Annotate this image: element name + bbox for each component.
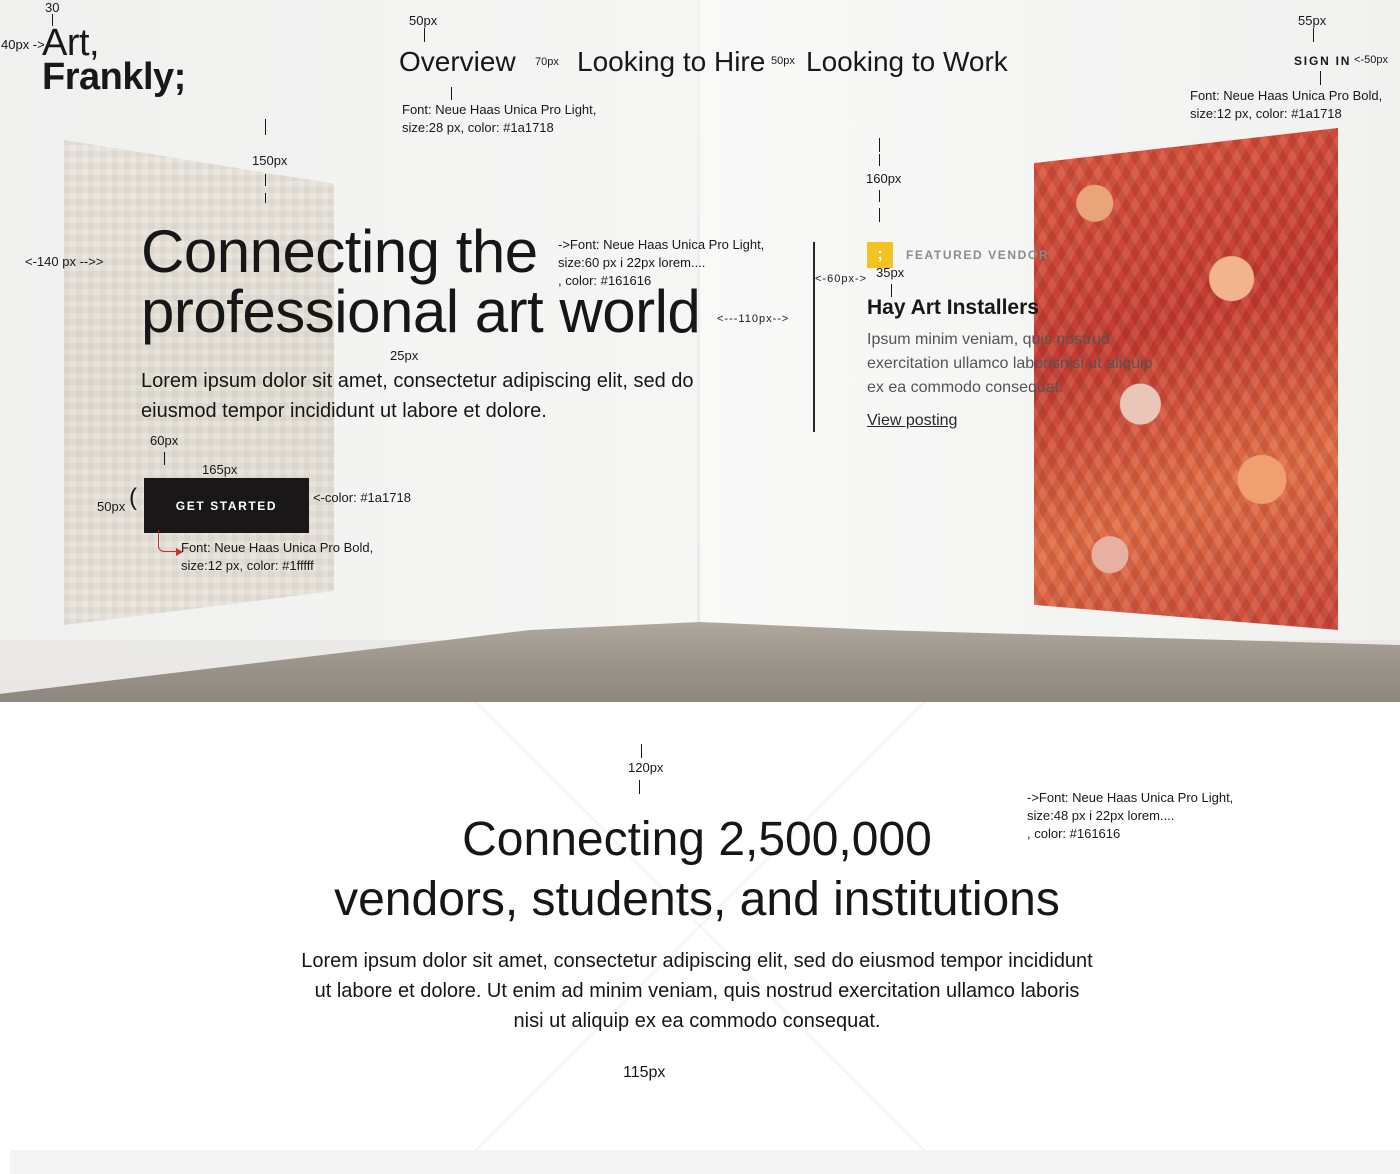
- anno-font-btn-1: Font: Neue Haas Unica Pro Bold,: [181, 540, 374, 555]
- hero-subtitle: Lorem ipsum dolor sit amet, consectetur …: [141, 370, 694, 422]
- stats-title-line-1: Connecting 2,500,000: [462, 813, 932, 866]
- anno-120px: 120px: [628, 760, 664, 775]
- anno-110px: <---110px-->: [717, 313, 790, 325]
- anno-font-hero-1: ->Font: Neue Haas Unica Pro Light,: [558, 237, 765, 252]
- nav-looking-to-hire[interactable]: Looking to Hire: [577, 46, 765, 78]
- anno-font-nav-2: size:28 px, color: #1a1718: [402, 120, 554, 135]
- anno-55px: 55px: [1298, 13, 1327, 28]
- anno-tick: [879, 208, 880, 222]
- anno-50px-right: <-50px: [1354, 54, 1388, 66]
- anno-font-signin-1: Font: Neue Haas Unica Pro Bold,: [1190, 88, 1383, 103]
- anno-bracket: (: [129, 484, 137, 511]
- anno-60px-btn: 60px: [150, 433, 179, 448]
- anno-160px: 160px: [866, 171, 902, 186]
- featured-vendor-eyebrow: FEATURED VENDOR: [906, 248, 1050, 262]
- anno-tick: [265, 119, 266, 135]
- anno-font-nav-1: Font: Neue Haas Unica Pro Light,: [402, 102, 597, 117]
- anno-font-hero-2: size:60 px i 22px lorem....: [558, 255, 706, 270]
- view-posting-link[interactable]: View posting: [867, 412, 957, 430]
- anno-font-stat-1: ->Font: Neue Haas Unica Pro Light,: [1027, 790, 1234, 805]
- anno-tick: [641, 744, 642, 758]
- anno-150px: 150px: [252, 153, 288, 168]
- anno-40px: 40px ->: [1, 37, 45, 52]
- nav-overview[interactable]: Overview: [399, 46, 516, 78]
- anno-tick: [879, 190, 880, 202]
- anno-tick: [891, 284, 892, 297]
- anno-font-btn-2: size:12 px, color: #1fffff: [181, 558, 314, 573]
- anno-35px: 35px: [876, 265, 905, 280]
- anno-tick: [879, 138, 880, 152]
- anno-tick: [265, 193, 266, 203]
- anno-50px-gap: 50px: [771, 55, 795, 67]
- anno-tick: [451, 87, 452, 100]
- anno-115px: 115px: [623, 1064, 666, 1081]
- anno-70px: 70px: [535, 56, 559, 68]
- anno-font-signin-2: size:12 px, color: #1a1718: [1190, 106, 1342, 121]
- anno-165px: 165px: [202, 462, 238, 477]
- sign-in-link[interactable]: SIGN IN: [1294, 54, 1351, 68]
- next-section-edge: [10, 1150, 1400, 1174]
- anno-tick: [879, 154, 880, 166]
- anno-tick: [1320, 71, 1321, 85]
- anno-50px-nav: 50px: [409, 13, 438, 28]
- anno-tick: [52, 14, 53, 26]
- stats-title: Connecting 2,500,000 vendors, students, …: [300, 810, 1094, 930]
- site-logo[interactable]: Art, Frankly;: [42, 22, 186, 98]
- anno-tick: [265, 174, 266, 186]
- anno-tick: [164, 452, 165, 465]
- anno-tick: [1313, 28, 1314, 42]
- anno-tick: [424, 28, 425, 42]
- featured-vendor-name: Hay Art Installers: [867, 296, 1039, 319]
- anno-tick: [639, 780, 640, 794]
- anno-60px-vendor: <-60px->: [815, 273, 868, 285]
- logo-line-2: Frankly;: [42, 56, 186, 98]
- nav-looking-to-work[interactable]: Looking to Work: [806, 46, 1008, 78]
- logo-line-1: Art,: [42, 22, 100, 64]
- vendor-divider: [813, 242, 815, 432]
- anno-font-hero-3: , color: #161616: [558, 273, 652, 288]
- anno-140px: <-140 px -->>: [25, 254, 104, 269]
- anno-50px-btn: 50px: [97, 499, 126, 514]
- stats-title-line-2: vendors, students, and institutions: [334, 873, 1060, 926]
- featured-vendor-description: Ipsum minim veniam, quis nostrud exercit…: [867, 331, 1153, 396]
- anno-30: 30: [45, 0, 60, 15]
- anno-color-btn: <-color: #1a1718: [313, 490, 411, 505]
- anno-25px: 25px: [390, 348, 419, 363]
- anno-red-arrow: [158, 530, 183, 556]
- stats-body: Lorem ipsum dolor sit amet, consectetur …: [301, 950, 1093, 1032]
- get-started-button[interactable]: GET STARTED: [144, 478, 309, 533]
